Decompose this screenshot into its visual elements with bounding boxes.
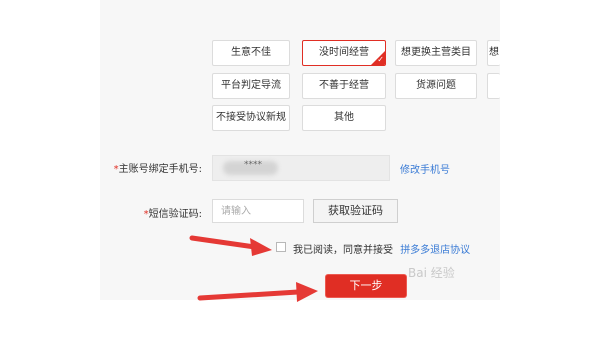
arrow-to-checkbox-icon xyxy=(189,235,272,256)
annotation-arrows xyxy=(189,235,318,302)
arrow-to-next-button-icon xyxy=(197,282,318,302)
